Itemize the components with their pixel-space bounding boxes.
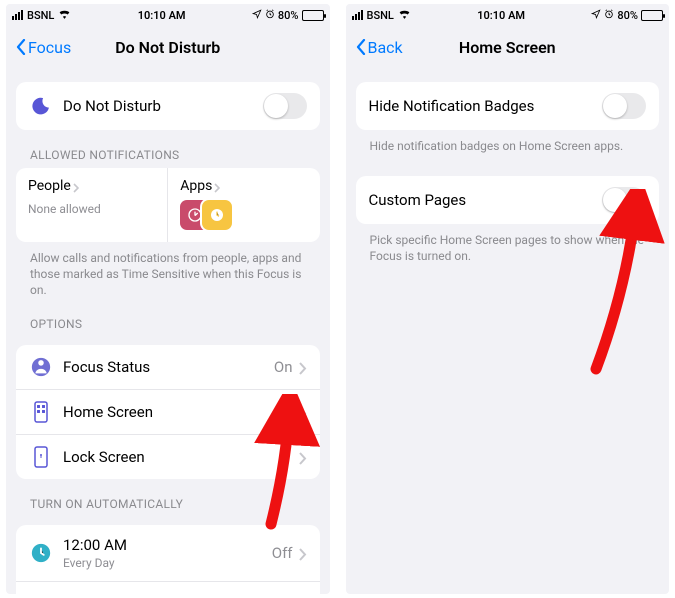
options-card: Focus Status On Home Screen Lock [16,345,320,479]
nav-bar: Back Home Screen [346,26,670,68]
chevron-left-icon [356,39,366,55]
battery-percent: 80% [278,9,299,22]
hide-badges-footer: Hide notification badges on Home Screen … [370,138,646,154]
chevron-right-icon [299,405,307,418]
content-area: Do Not Disturb ALLOWED NOTIFICATIONS Peo… [6,82,330,594]
wifi-icon [398,9,411,22]
chevron-right-icon [299,450,307,463]
carrier-label: BSNL [27,9,54,22]
phone-left-dnd: BSNL 10:10 AM 80% Focus Do Not Disturb [6,4,330,594]
allowed-people[interactable]: People None allowed [16,168,168,242]
clock-label: 10:10 AM [411,9,592,22]
auto-header: TURN ON AUTOMATICALLY [30,497,316,511]
focus-status-row[interactable]: Focus Status On [16,345,320,389]
content-area: Hide Notification Badges Hide notificati… [346,82,670,285]
focus-status-icon [29,356,53,378]
status-bar: BSNL 10:10 AM 80% [346,4,670,26]
chevron-right-icon [73,181,79,191]
people-label: People [28,178,71,194]
dnd-row[interactable]: Do Not Disturb [16,82,320,130]
custom-pages-row[interactable]: Custom Pages [356,176,660,224]
dnd-toggle[interactable] [263,93,307,119]
chevron-right-icon [299,360,307,373]
clock-label: 10:10 AM [71,9,252,22]
options-header: OPTIONS [30,317,316,331]
battery-icon [641,10,663,21]
battery-icon [302,10,324,21]
focus-status-label: Focus Status [63,358,274,376]
hide-badges-card: Hide Notification Badges [356,82,660,130]
apps-label: Apps [180,178,212,194]
chevron-right-icon [214,181,220,191]
custom-pages-card: Custom Pages [356,176,660,224]
auto-time-label: 12:00 AM [63,536,272,554]
alarm-icon [265,9,275,22]
apps-preview [180,200,307,230]
signal-icon [12,10,23,20]
wifi-icon [58,9,71,22]
chevron-right-icon [299,546,307,559]
moon-icon [29,96,53,116]
auto-time-value: Off [272,544,293,562]
lock-screen-icon [29,446,53,468]
carrier-label: BSNL [367,9,394,22]
chevron-left-icon [16,39,26,55]
home-screen-label: Home Screen [63,403,299,421]
allowed-apps[interactable]: Apps [168,168,319,242]
dnd-label: Do Not Disturb [63,97,263,115]
battery-percent: 80% [617,9,638,22]
clock-icon [29,542,53,564]
back-button[interactable]: Focus [16,38,71,57]
focus-status-value: On [274,358,293,376]
hide-badges-row[interactable]: Hide Notification Badges [356,82,660,130]
hide-badges-toggle[interactable] [602,93,646,119]
back-label: Back [368,38,403,57]
home-screen-icon [29,401,53,423]
nav-bar: Focus Do Not Disturb [6,26,330,68]
auto-time-detail: Every Day [63,556,272,570]
dnd-card: Do Not Disturb [16,82,320,130]
people-sub: None allowed [28,202,155,216]
home-screen-row[interactable]: Home Screen [16,389,320,434]
hide-badges-label: Hide Notification Badges [369,97,603,115]
lock-screen-row[interactable]: Lock Screen [16,434,320,479]
location-icon [252,9,262,22]
alarm-icon [604,9,614,22]
app-icon-2 [202,200,232,230]
auto-time-row[interactable]: 12:00 AM Every Day Off [16,525,320,581]
auto-card: 12:00 AM Every Day Off [16,525,320,594]
allowed-card: People None allowed Apps [16,168,320,242]
signal-icon [352,10,363,20]
allowed-header: ALLOWED NOTIFICATIONS [30,148,316,162]
phone-right-homescreen: BSNL 10:10 AM 80% Back Home Screen [346,4,670,594]
back-button[interactable]: Back [356,38,403,57]
auto-next-row-peek [16,581,320,594]
location-icon [591,9,601,22]
back-label: Focus [28,38,71,57]
custom-pages-toggle[interactable] [602,187,646,213]
custom-pages-label: Custom Pages [369,191,603,209]
lock-screen-label: Lock Screen [63,448,299,466]
custom-pages-footer: Pick specific Home Screen pages to show … [370,232,646,264]
allowed-footer: Allow calls and notifications from peopl… [30,250,306,299]
status-bar: BSNL 10:10 AM 80% [6,4,330,26]
